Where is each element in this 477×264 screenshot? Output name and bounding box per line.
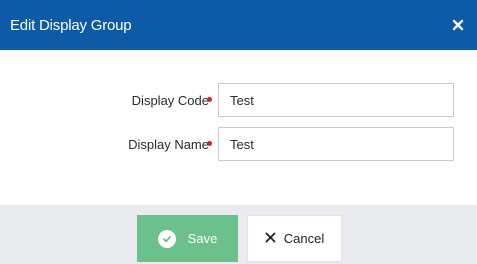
display-code-row: Display Code <box>0 83 477 117</box>
cancel-button[interactable]: Cancel <box>247 215 342 262</box>
edit-display-group-dialog: Edit Display Group Display Code Display … <box>0 0 477 264</box>
dialog-title: Edit Display Group <box>10 16 132 34</box>
save-button[interactable]: Save <box>137 215 238 262</box>
save-button-label: Save <box>187 231 218 246</box>
check-circle-icon <box>157 229 176 248</box>
close-icon[interactable] <box>451 18 465 32</box>
dialog-header: Edit Display Group <box>0 0 477 50</box>
display-name-label: Display Name <box>128 136 209 152</box>
display-name-row: Display Name <box>0 127 477 161</box>
display-name-input[interactable] <box>218 127 454 161</box>
required-marker <box>207 97 212 102</box>
display-code-input[interactable] <box>218 83 454 117</box>
dialog-body: Display Code Display Name <box>0 50 477 205</box>
required-marker <box>207 141 212 146</box>
dialog-footer: Save Cancel <box>0 205 477 264</box>
display-code-label: Display Code <box>131 92 209 108</box>
cancel-button-label: Cancel <box>283 231 325 246</box>
x-icon <box>265 231 276 247</box>
